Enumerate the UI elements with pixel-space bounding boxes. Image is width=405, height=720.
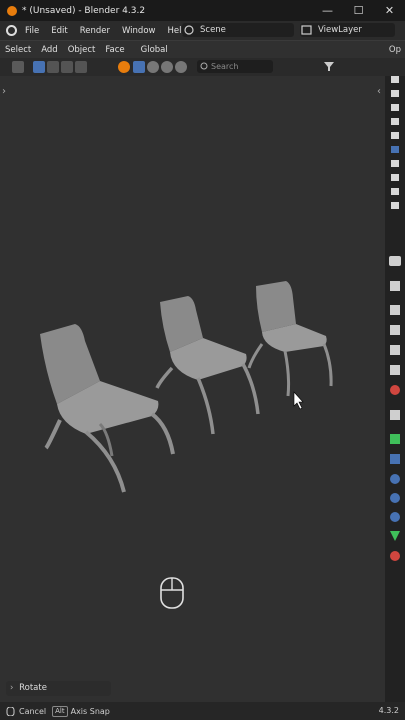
mode-vertex-icon[interactable] xyxy=(33,61,45,73)
header-face[interactable]: Face xyxy=(100,45,129,55)
shading-wire-icon[interactable] xyxy=(175,61,187,73)
search-icon xyxy=(200,62,208,70)
camera-icon xyxy=(391,146,399,153)
camera-icon xyxy=(391,118,399,125)
header-object[interactable]: Object xyxy=(63,45,101,55)
camera-icon xyxy=(391,76,399,83)
toolbar-expand-arrow[interactable]: › xyxy=(2,86,6,97)
scene-icon xyxy=(184,25,194,35)
view-layer-label: ViewLayer xyxy=(318,25,362,35)
shading-render-icon[interactable] xyxy=(161,61,173,73)
search-placeholder: Search xyxy=(211,62,239,71)
status-bar: Cancel Alt Axis Snap xyxy=(0,702,405,720)
chair-model xyxy=(40,324,175,493)
scene-render xyxy=(40,281,333,609)
camera-icon xyxy=(391,160,399,167)
blender-menu-icon[interactable] xyxy=(6,25,17,36)
sidebar-expand-arrow[interactable]: ‹ xyxy=(377,86,381,97)
alt-key: Alt xyxy=(52,705,68,717)
header-add[interactable]: Add xyxy=(36,45,62,55)
camera-icon xyxy=(391,104,399,111)
camera-icon xyxy=(391,90,399,97)
menu-window[interactable]: Window xyxy=(116,26,162,36)
camera-icon xyxy=(391,188,399,195)
mode-extra-icon[interactable] xyxy=(75,61,87,73)
camera-icon xyxy=(391,132,399,139)
scene-selector[interactable]: Scene xyxy=(182,23,294,37)
particles-icon xyxy=(390,474,400,484)
orientation-dropdown[interactable]: Global xyxy=(136,45,173,55)
object-icon xyxy=(390,434,400,444)
data-icon xyxy=(390,531,400,541)
camera-icon xyxy=(391,174,399,181)
axis-snap-hint: Axis Snap xyxy=(70,706,110,716)
title-bar: * (Unsaved) - Blender 4.3.2 — ☐ ✕ xyxy=(0,0,405,21)
mode-face-icon[interactable] xyxy=(61,61,73,73)
material-icon xyxy=(390,551,400,561)
close-button[interactable]: ✕ xyxy=(374,0,405,21)
operator-label: Rotate xyxy=(19,683,47,693)
wrench-icon xyxy=(390,281,400,291)
chair-model xyxy=(247,281,333,397)
filter-icon[interactable] xyxy=(323,60,335,72)
collection-icon xyxy=(390,410,400,420)
shading-material-icon[interactable] xyxy=(147,61,159,73)
render-icon xyxy=(390,305,400,315)
blender-logo-icon xyxy=(7,5,17,16)
last-operator-panel[interactable]: › Rotate xyxy=(6,681,111,696)
mouse-icon xyxy=(160,577,184,609)
version-label: 4.3.2 xyxy=(378,706,399,715)
properties-tabs xyxy=(389,76,401,561)
constraints-icon xyxy=(390,512,400,522)
shading-solid-icon[interactable] xyxy=(133,61,145,73)
select-box-icon[interactable] xyxy=(12,61,24,73)
minimize-button[interactable]: — xyxy=(312,0,343,21)
menu-edit[interactable]: Edit xyxy=(45,26,73,36)
chair-model xyxy=(155,296,260,435)
output-icon xyxy=(390,325,400,335)
header-overflow[interactable]: Op xyxy=(389,45,401,55)
maximize-button[interactable]: ☐ xyxy=(343,0,374,21)
modifier-wrench-icon xyxy=(390,454,400,464)
header-select[interactable]: Select xyxy=(0,45,36,55)
menu-file[interactable]: File xyxy=(19,26,45,36)
mouse-icon xyxy=(6,706,15,716)
viewport-header: Select Add Object Face Global Op xyxy=(0,40,405,59)
3d-viewport[interactable] xyxy=(0,76,385,702)
mouse-cursor-icon xyxy=(293,391,304,410)
camera-icon xyxy=(391,202,399,209)
scene-label: Scene xyxy=(200,25,226,35)
overlay-icon[interactable] xyxy=(118,61,130,73)
window-title: * (Unsaved) - Blender 4.3.2 xyxy=(22,5,146,16)
menu-render[interactable]: Render xyxy=(74,26,116,36)
world-icon xyxy=(390,385,400,395)
view-layer-selector[interactable]: ViewLayer xyxy=(300,23,395,37)
view-layer-tab-icon xyxy=(390,345,400,355)
window-controls: — ☐ ✕ xyxy=(312,0,405,21)
scene-tab-icon xyxy=(390,365,400,375)
view-layer-icon xyxy=(301,25,312,35)
tool-settings-icon xyxy=(389,256,401,266)
mode-edge-icon[interactable] xyxy=(47,61,59,73)
cancel-hint: Cancel xyxy=(19,706,47,716)
physics-icon xyxy=(390,493,400,503)
